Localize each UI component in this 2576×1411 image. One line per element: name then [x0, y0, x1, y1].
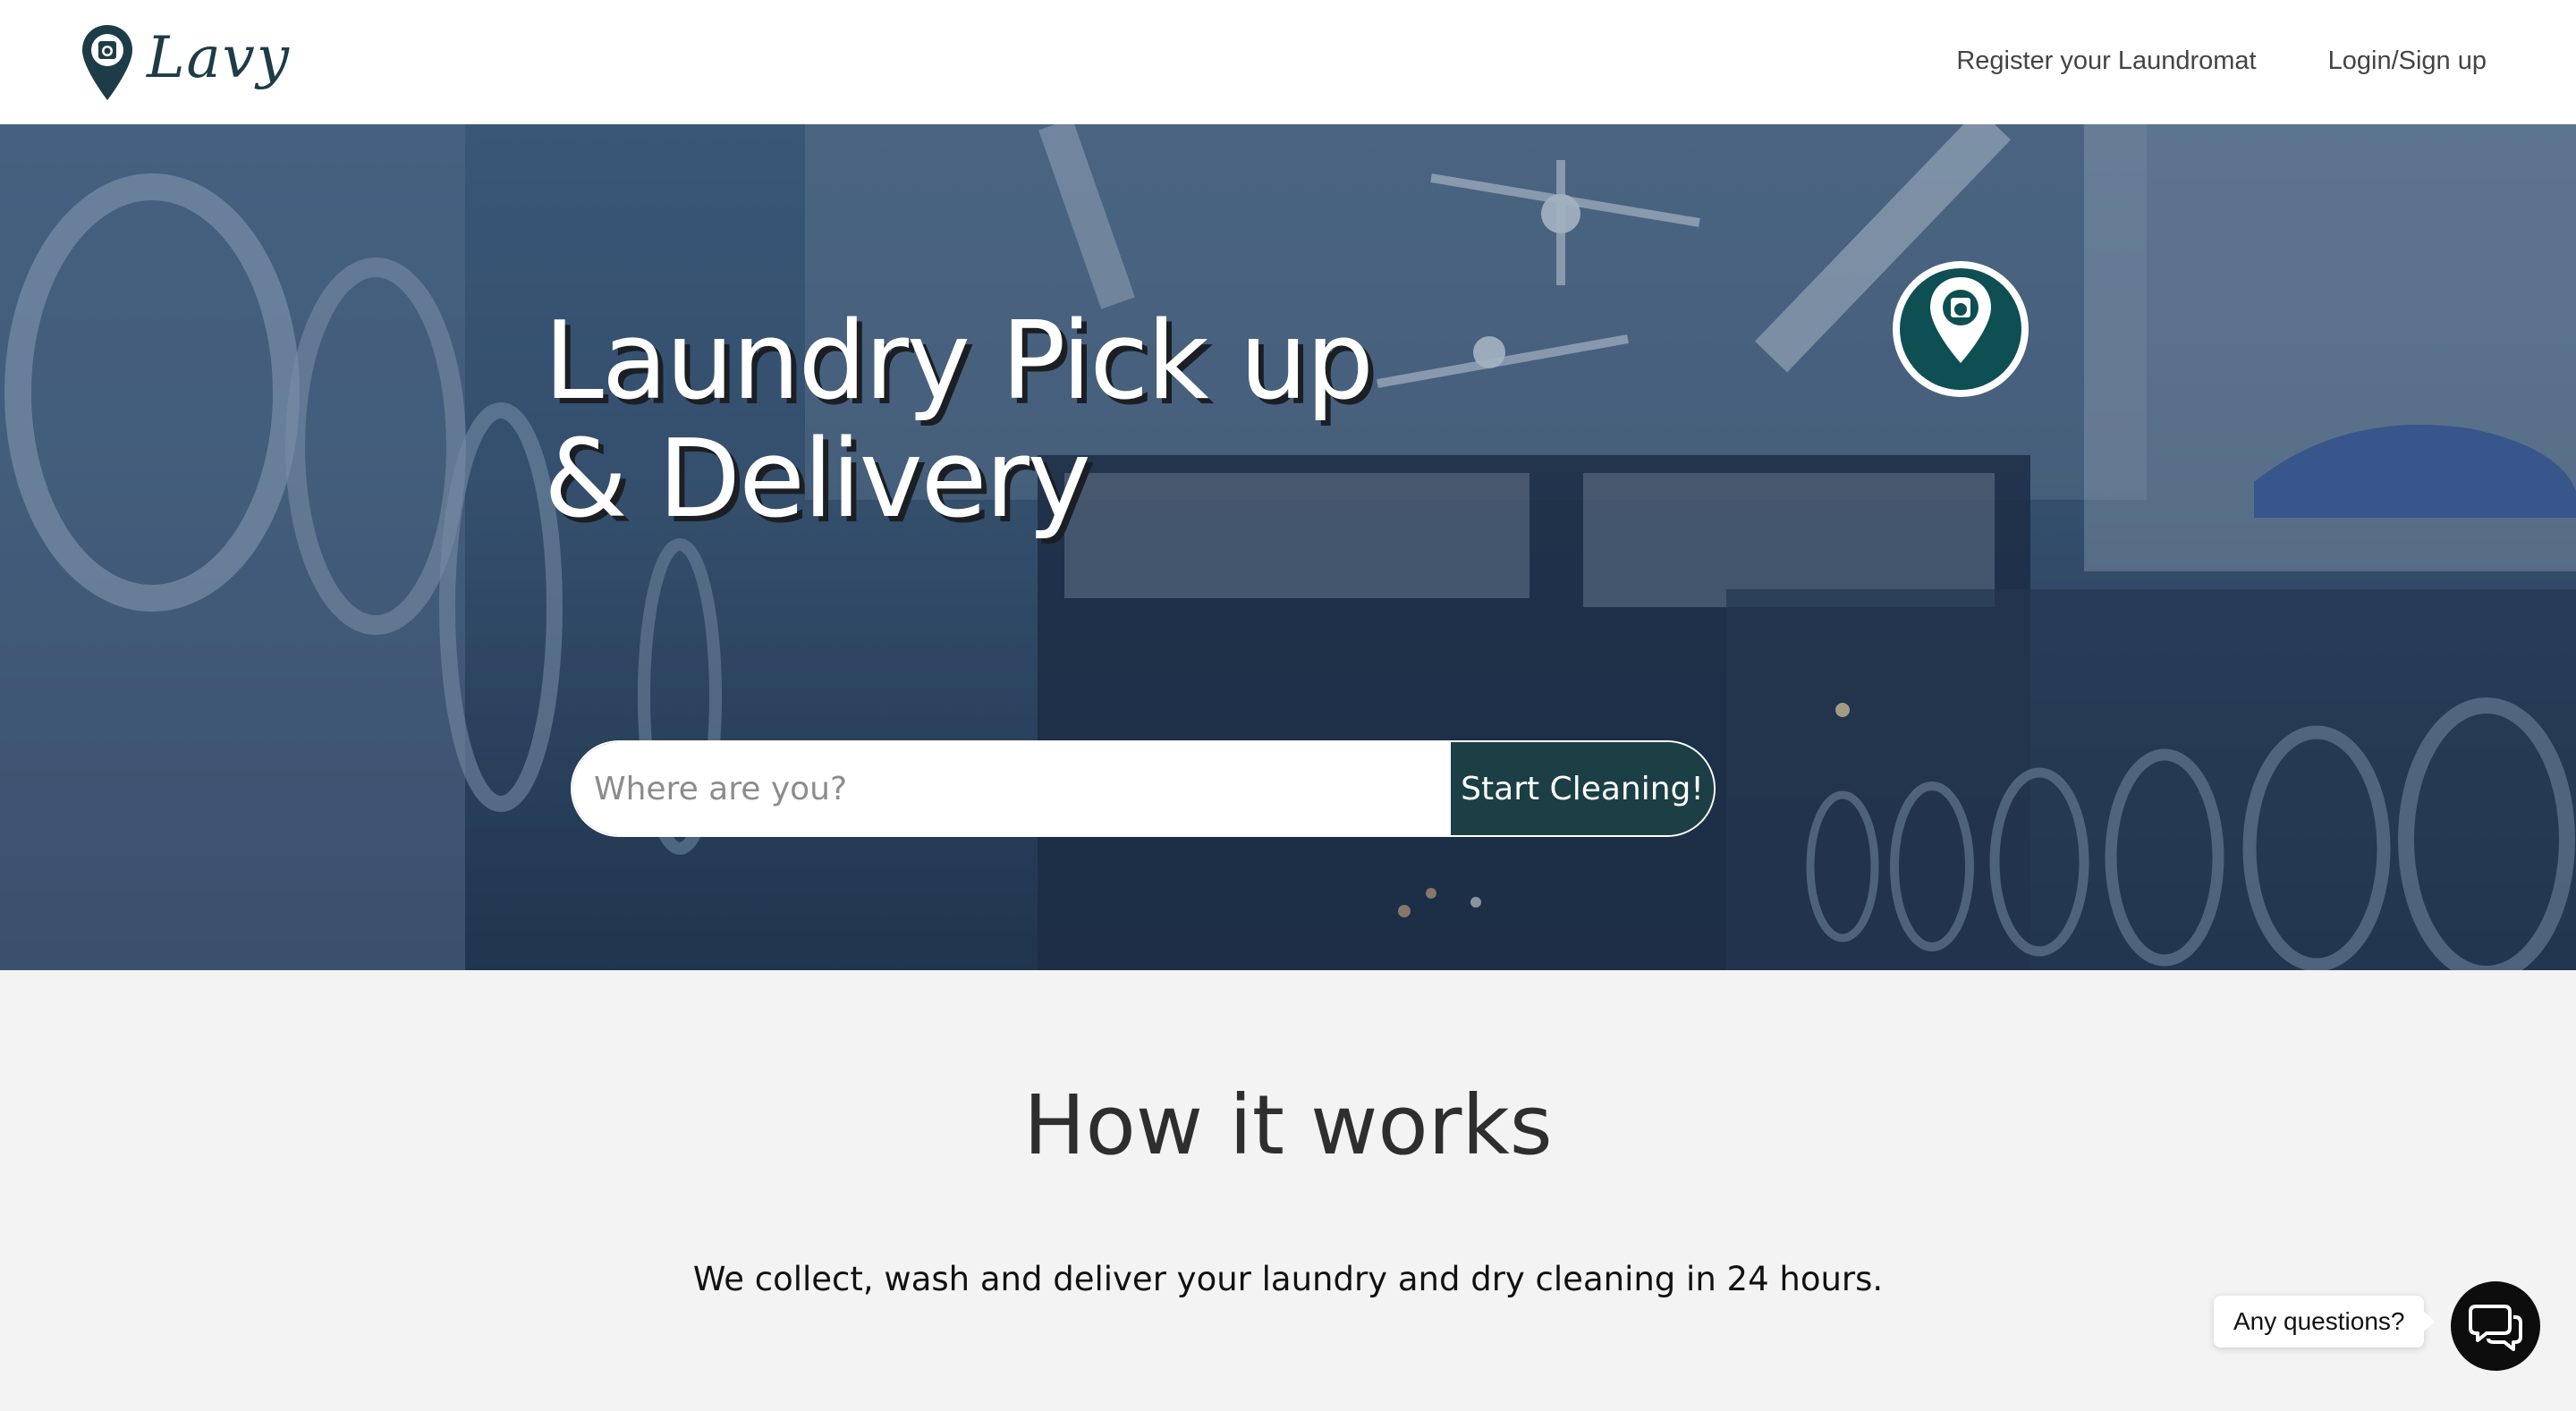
start-cleaning-button[interactable]: Start Cleaning! [1451, 742, 1714, 835]
laundromat-background-image [0, 124, 2576, 970]
chat-prompt-label[interactable]: Any questions? [2214, 1296, 2436, 1348]
how-it-works-title: How it works [1023, 1077, 1553, 1173]
how-it-works-description: We collect, wash and deliver your laundr… [692, 1260, 1884, 1298]
site-header: Lavy Register your Laundromat Login/Sign… [0, 0, 2576, 124]
location-search-form: Start Cleaning! [571, 740, 1716, 837]
nav-register-laundromat[interactable]: Register your Laundromat [1956, 46, 2256, 76]
location-search-input[interactable] [572, 742, 1451, 835]
logo[interactable]: Lavy [80, 23, 291, 104]
hero-title-line-2: & Delivery [544, 418, 1091, 542]
chat-button[interactable] [2451, 1281, 2540, 1371]
map-pin-washer-icon [82, 25, 132, 100]
top-nav: Register your Laundromat Login/Sign up [1956, 46, 2487, 76]
logo-text: Lavy [147, 25, 291, 91]
how-it-works-section: How it works We collect, wash and delive… [0, 970, 2576, 1411]
chat-bubbles-icon [2469, 1305, 2522, 1351]
hero-title-line-1: Laundry Pick up [544, 300, 1374, 424]
map-pin-washer-badge-icon [1893, 261, 2029, 397]
hero-title: Laundry Pick up & Delivery [544, 300, 1374, 542]
hero-section: Laundry Pick up & Delivery Start Cleanin… [0, 124, 2576, 970]
nav-login-signup[interactable]: Login/Sign up [2328, 46, 2487, 76]
